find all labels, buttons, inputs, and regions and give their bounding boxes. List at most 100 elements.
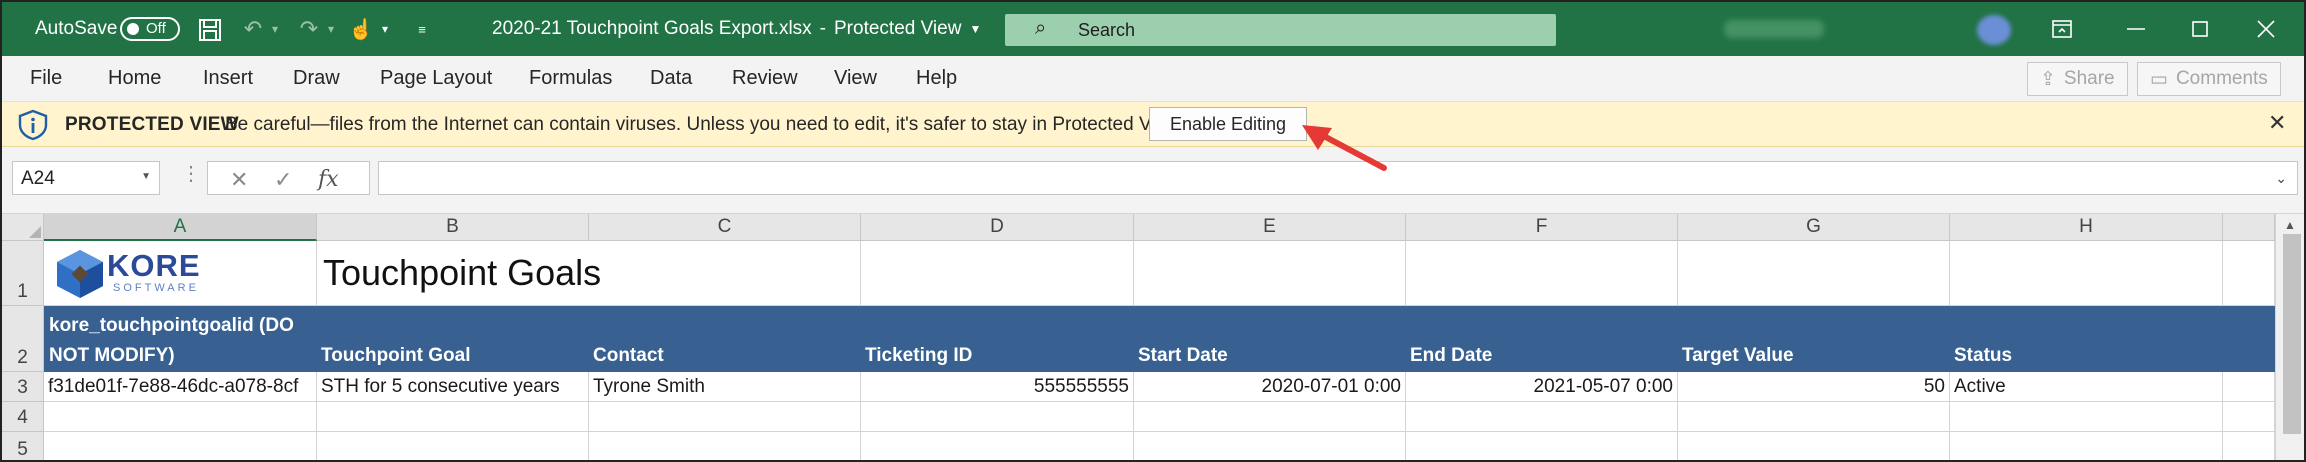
header-goalid-line2: NOT MODIFY) bbox=[49, 345, 175, 366]
tab-insert[interactable]: Insert bbox=[203, 67, 253, 90]
tab-file[interactable]: File bbox=[30, 67, 62, 90]
close-icon[interactable] bbox=[2246, 14, 2286, 44]
cell-d5[interactable] bbox=[861, 432, 1134, 460]
cell-i4[interactable] bbox=[2223, 402, 2275, 432]
search-box[interactable]: ⌕ Search bbox=[1005, 14, 1556, 46]
cell-g1[interactable] bbox=[1678, 241, 1950, 306]
cell-c3[interactable]: Tyrone Smith bbox=[589, 372, 861, 402]
cell-d3[interactable]: 555555555 bbox=[861, 372, 1134, 402]
tab-home[interactable]: Home bbox=[108, 67, 161, 90]
save-icon[interactable] bbox=[194, 14, 226, 46]
share-icon: ⇪ bbox=[2040, 68, 2056, 90]
account-name-blurred[interactable] bbox=[1724, 20, 1824, 38]
cell-a5[interactable] bbox=[44, 432, 317, 460]
tab-draw[interactable]: Draw bbox=[293, 67, 340, 90]
customize-qat-icon[interactable]: ≡ bbox=[412, 16, 432, 42]
cell-c5[interactable] bbox=[589, 432, 861, 460]
close-icon[interactable]: ✕ bbox=[2268, 110, 2286, 136]
comments-button[interactable]: ▭ Comments bbox=[2137, 62, 2281, 96]
title-separator: - bbox=[819, 18, 826, 39]
insert-function-icon[interactable]: fx bbox=[318, 167, 339, 192]
enable-editing-button[interactable]: Enable Editing bbox=[1149, 107, 1307, 141]
tab-view[interactable]: View bbox=[834, 67, 877, 90]
cell-a4[interactable] bbox=[44, 402, 317, 432]
search-placeholder: Search bbox=[1078, 20, 1136, 40]
row-header-1[interactable]: 1 bbox=[2, 241, 44, 306]
cell-e3[interactable]: 2020-07-01 0:00 bbox=[1134, 372, 1406, 402]
column-header-c[interactable]: C bbox=[589, 214, 861, 241]
cell-g4[interactable] bbox=[1678, 402, 1950, 432]
redo-icon[interactable]: ↷ bbox=[294, 14, 324, 44]
column-header-f[interactable]: F bbox=[1406, 214, 1678, 241]
cell-e1[interactable] bbox=[1134, 241, 1406, 306]
protected-view-message: Be careful—files from the Internet can c… bbox=[225, 114, 1185, 135]
cell-b3[interactable]: STH for 5 consecutive years bbox=[317, 372, 589, 402]
scroll-up-icon[interactable]: ▲ bbox=[2284, 218, 2296, 232]
column-header-e[interactable]: E bbox=[1134, 214, 1406, 241]
row-header-2[interactable]: 2 bbox=[2, 306, 44, 372]
row-header-3[interactable]: 3 bbox=[2, 372, 44, 402]
undo-icon[interactable]: ↶ bbox=[238, 14, 268, 44]
header-status: Status bbox=[1954, 345, 2013, 366]
share-label: Share bbox=[2063, 68, 2115, 89]
more-options-icon[interactable]: ⋮ bbox=[181, 161, 201, 186]
cell-e4[interactable] bbox=[1134, 402, 1406, 432]
cell-c4[interactable] bbox=[589, 402, 861, 432]
avatar[interactable] bbox=[1977, 15, 2011, 45]
column-header-d[interactable]: D bbox=[861, 214, 1134, 241]
row-header-4[interactable]: 4 bbox=[2, 402, 44, 432]
row-header-5[interactable]: 5 bbox=[2, 432, 44, 460]
tab-formulas[interactable]: Formulas bbox=[529, 67, 612, 90]
autosave-toggle[interactable]: Off bbox=[120, 17, 180, 41]
cell-i5[interactable] bbox=[2223, 432, 2275, 460]
window-title[interactable]: 2020-21 Touchpoint Goals Export.xlsx - P… bbox=[492, 16, 981, 42]
cell-f3[interactable]: 2021-05-07 0:00 bbox=[1406, 372, 1678, 402]
cell-f4[interactable] bbox=[1406, 402, 1678, 432]
file-name: 2020-21 Touchpoint Goals Export.xlsx bbox=[492, 18, 812, 39]
cell-h3[interactable]: Active bbox=[1950, 372, 2223, 402]
cell-g3[interactable]: 50 bbox=[1678, 372, 1950, 402]
cell-h4[interactable] bbox=[1950, 402, 2223, 432]
cancel-icon[interactable]: ✕ bbox=[230, 167, 248, 193]
cell-i1[interactable] bbox=[2223, 241, 2275, 306]
share-button[interactable]: ⇪ Share bbox=[2027, 62, 2128, 96]
cell-h1[interactable] bbox=[1950, 241, 2223, 306]
vertical-scrollbar[interactable]: ▲ bbox=[2275, 214, 2304, 460]
cell-f1[interactable] bbox=[1406, 241, 1678, 306]
tab-page-layout[interactable]: Page Layout bbox=[380, 67, 492, 90]
cell-d1[interactable] bbox=[861, 241, 1134, 306]
column-header-b[interactable]: B bbox=[317, 214, 589, 241]
cell-f5[interactable] bbox=[1406, 432, 1678, 460]
tab-data[interactable]: Data bbox=[650, 67, 692, 90]
cell-b4[interactable] bbox=[317, 402, 589, 432]
minimize-icon[interactable] bbox=[2116, 14, 2156, 44]
enter-icon[interactable]: ✓ bbox=[274, 167, 292, 193]
header-ticketing-id: Ticketing ID bbox=[865, 345, 973, 366]
column-header-i[interactable] bbox=[2223, 214, 2275, 241]
column-header-g[interactable]: G bbox=[1678, 214, 1950, 241]
cell-b5[interactable] bbox=[317, 432, 589, 460]
select-all-button[interactable] bbox=[2, 214, 44, 241]
cell-d4[interactable] bbox=[861, 402, 1134, 432]
cell-i3[interactable] bbox=[2223, 372, 2275, 402]
column-header-h[interactable]: H bbox=[1950, 214, 2223, 241]
name-box[interactable]: A24 ▼ bbox=[12, 161, 160, 195]
formula-input[interactable]: ⌄ bbox=[378, 161, 2298, 195]
column-header-a[interactable]: A bbox=[44, 214, 317, 241]
touch-dropdown-icon[interactable]: ▾ bbox=[378, 16, 392, 42]
maximize-icon[interactable] bbox=[2180, 14, 2220, 44]
expand-formula-icon[interactable]: ⌄ bbox=[2275, 170, 2287, 187]
tab-help[interactable]: Help bbox=[916, 67, 957, 90]
protected-view-bar: PROTECTED VIEW Be careful—files from the… bbox=[2, 102, 2304, 147]
undo-dropdown-icon[interactable]: ▾ bbox=[268, 16, 282, 42]
scrollbar-thumb[interactable] bbox=[2283, 234, 2301, 434]
cell-g5[interactable] bbox=[1678, 432, 1950, 460]
ribbon-display-icon[interactable] bbox=[2042, 14, 2082, 44]
kore-logo: KORE SOFTWARE bbox=[53, 248, 203, 300]
cell-h5[interactable] bbox=[1950, 432, 2223, 460]
redo-dropdown-icon[interactable]: ▾ bbox=[324, 16, 338, 42]
cell-a3[interactable]: f31de01f-7e88-46dc-a078-8cf bbox=[44, 372, 317, 402]
touch-mode-icon[interactable]: ☝ bbox=[348, 14, 374, 44]
cell-e5[interactable] bbox=[1134, 432, 1406, 460]
tab-review[interactable]: Review bbox=[732, 67, 798, 90]
